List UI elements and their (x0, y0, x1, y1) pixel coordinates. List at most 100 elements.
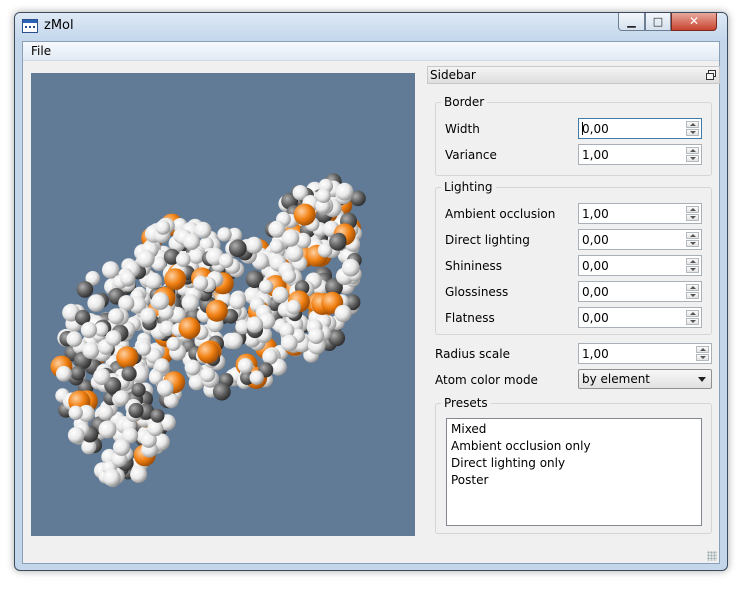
presets-list[interactable]: Mixed Ambient occlusion only Direct ligh… (446, 418, 702, 526)
atom-sphere (226, 332, 243, 350)
atom-sphere (229, 293, 246, 310)
atom-sphere (80, 321, 97, 339)
flatness-spinbox[interactable]: 0,00 (578, 307, 702, 328)
maximize-icon: □ (652, 15, 664, 28)
spin-up-icon[interactable] (686, 121, 699, 128)
atom-sphere (67, 426, 85, 444)
atom-sphere (249, 370, 264, 385)
minimize-button[interactable]: ▁ (618, 13, 645, 31)
molecule-viewport[interactable] (31, 73, 415, 536)
atom-sphere (150, 408, 165, 423)
atom-sphere (293, 203, 316, 226)
main-window: zMol ▁ □ ✕ File Sidebar Border Width 0,0… (14, 12, 728, 571)
atom-sphere (66, 331, 83, 347)
atom-sphere (205, 299, 228, 322)
atom-sphere (155, 220, 171, 235)
atom-sphere (145, 272, 163, 290)
flatness-label: Flatness (445, 311, 495, 325)
glossiness-spinbox[interactable]: 0,00 (578, 281, 702, 302)
ambient-occlusion-value: 1,00 (582, 207, 609, 221)
atom-sphere (97, 404, 114, 421)
atom-sphere (82, 342, 100, 359)
atom-sphere (140, 307, 157, 324)
ambient-occlusion-spinbox[interactable]: 1,00 (578, 203, 702, 224)
app-window-icon[interactable] (22, 19, 38, 33)
presets-group-title: Presets (441, 396, 491, 410)
preset-item-poster[interactable]: Poster (451, 473, 488, 487)
spin-down-icon[interactable] (696, 354, 709, 361)
window-title: zMol (44, 18, 74, 33)
atom-sphere (156, 379, 174, 397)
spin-up-icon[interactable] (686, 147, 699, 154)
lighting-group-title: Lighting (441, 180, 496, 194)
width-spinbox[interactable]: 0,00 (578, 118, 702, 139)
spin-down-icon[interactable] (686, 240, 699, 247)
atom-sphere (131, 382, 146, 397)
spin-down-icon[interactable] (686, 292, 699, 299)
atom-sphere (269, 239, 284, 254)
direct-lighting-value: 0,00 (582, 233, 609, 247)
variance-spinbox[interactable]: 1,00 (578, 144, 702, 165)
direct-lighting-label: Direct lighting (445, 233, 530, 247)
atom-sphere (116, 346, 139, 369)
radius-scale-label: Radius scale (435, 347, 510, 361)
shininess-label: Shininess (445, 259, 502, 273)
atom-sphere (281, 229, 300, 247)
title-bar[interactable]: zMol ▁ □ ✕ (15, 13, 727, 40)
atom-color-mode-value: by element (582, 372, 651, 386)
flatness-value: 0,00 (582, 311, 609, 325)
menu-file[interactable]: File (30, 44, 52, 58)
atom-sphere (341, 258, 360, 277)
atom-sphere (56, 365, 72, 382)
spin-down-icon[interactable] (686, 155, 699, 162)
atom-sphere (259, 279, 274, 294)
spin-up-icon[interactable] (686, 258, 699, 265)
maximize-button[interactable]: □ (645, 13, 671, 31)
client-area: File Sidebar Border Width 0,00 Variance … (22, 41, 720, 564)
spin-down-icon[interactable] (686, 129, 699, 136)
chevron-down-icon (698, 377, 706, 382)
shininess-value: 0,00 (582, 259, 609, 273)
atom-sphere (193, 275, 209, 291)
atom-sphere (181, 294, 199, 312)
spin-up-icon[interactable] (686, 310, 699, 317)
float-dock-icon[interactable] (706, 70, 716, 80)
width-label: Width (445, 122, 480, 136)
atom-sphere (272, 286, 289, 304)
atom-sphere (105, 330, 122, 347)
glossiness-value: 0,00 (582, 285, 609, 299)
sidebar-header: Sidebar (427, 66, 720, 84)
atom-sphere (121, 366, 137, 382)
spin-down-icon[interactable] (686, 214, 699, 221)
spin-up-icon[interactable] (686, 206, 699, 213)
atom-sphere (76, 281, 94, 298)
minimize-icon: ▁ (627, 15, 636, 28)
close-button[interactable]: ✕ (671, 13, 717, 31)
spin-down-icon[interactable] (686, 318, 699, 325)
spin-down-icon[interactable] (686, 266, 699, 273)
preset-item-mixed[interactable]: Mixed (451, 422, 486, 436)
resize-grip[interactable] (707, 551, 717, 561)
atom-sphere (217, 227, 232, 242)
atom-sphere (136, 249, 155, 268)
radius-scale-spinbox[interactable]: 1,00 (578, 343, 712, 364)
spin-up-icon[interactable] (686, 284, 699, 291)
atom-color-mode-select[interactable]: by element (578, 369, 712, 389)
atom-sphere (151, 292, 170, 310)
direct-lighting-spinbox[interactable]: 0,00 (578, 229, 702, 250)
shininess-spinbox[interactable]: 0,00 (578, 255, 702, 276)
atom-sphere (184, 359, 201, 376)
atom-sphere (228, 239, 247, 258)
ambient-occlusion-label: Ambient occlusion (445, 207, 556, 221)
preset-item-direct-lighting-only[interactable]: Direct lighting only (451, 456, 565, 470)
atom-sphere (246, 316, 264, 333)
atom-sphere (102, 468, 121, 487)
spin-up-icon[interactable] (686, 232, 699, 239)
spin-up-icon[interactable] (696, 346, 709, 353)
atom-sphere (197, 341, 220, 364)
atom-sphere (329, 233, 347, 251)
preset-item-ambient-occlusion-only[interactable]: Ambient occlusion only (451, 439, 591, 453)
atom-sphere (218, 253, 234, 268)
atom-sphere (93, 368, 111, 385)
atom-sphere (98, 420, 117, 439)
